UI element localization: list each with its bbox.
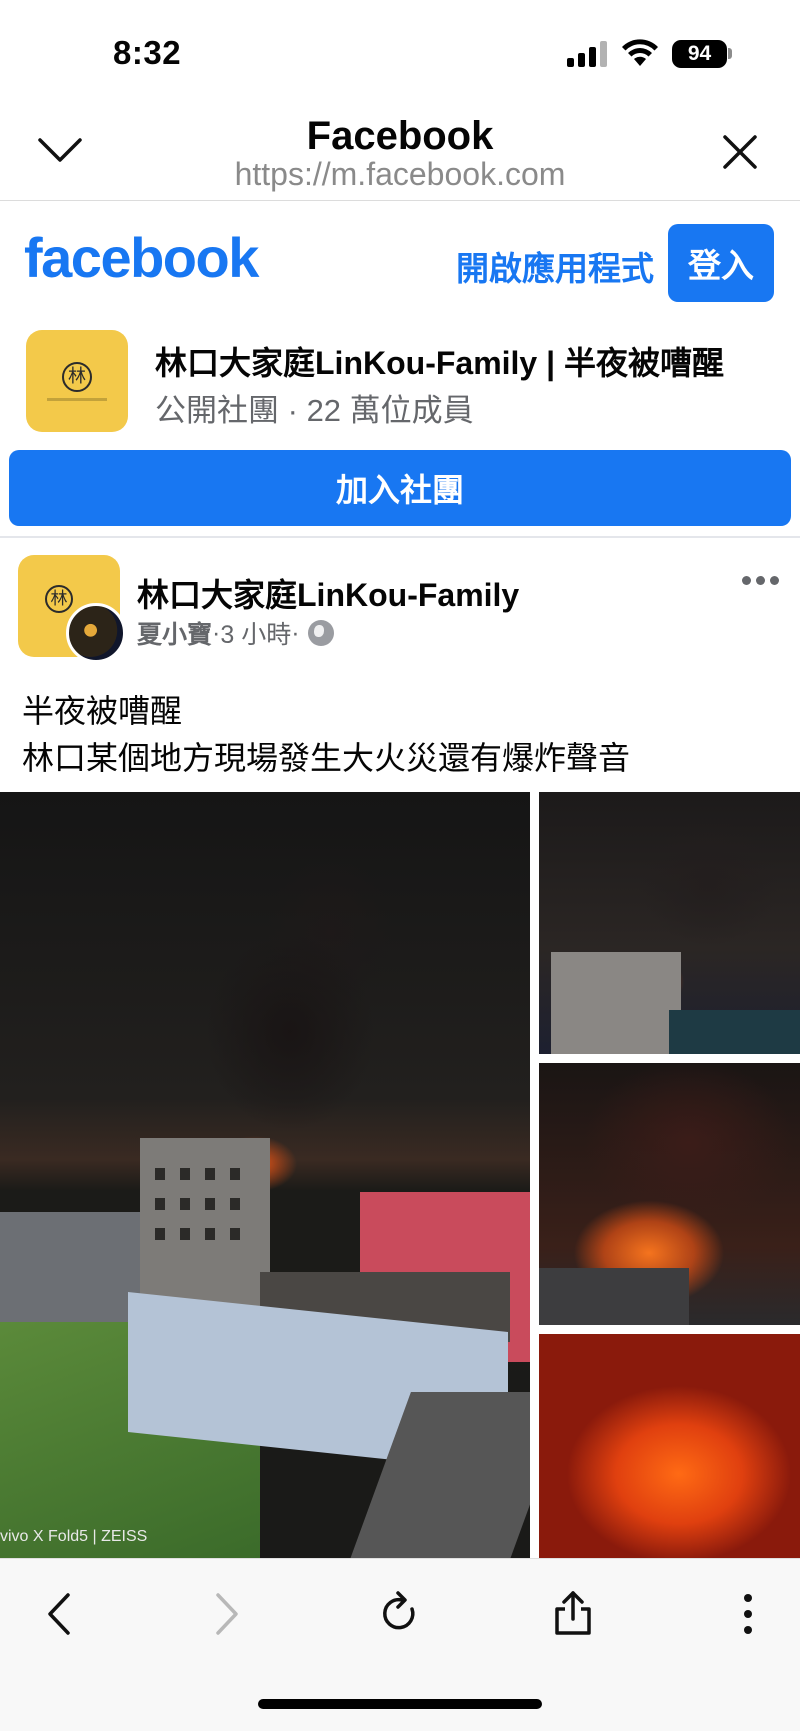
post-group-name[interactable]: 林口大家庭LinKou-Family — [137, 570, 519, 616]
post-text-line: 林口某個地方現場發生大火災還有爆炸聲音 — [22, 740, 631, 776]
photo-building — [551, 952, 681, 1054]
group-avatar[interactable]: 林 — [26, 330, 128, 432]
post-group-avatar-glyph: 林 — [45, 585, 73, 613]
group-avatar-subtext — [47, 397, 107, 401]
login-button[interactable]: 登入 — [668, 224, 774, 302]
globe-icon — [307, 620, 334, 646]
close-icon[interactable] — [721, 133, 759, 171]
group-type: 公開社團 — [155, 393, 279, 428]
more-vertical-icon[interactable] — [726, 1589, 770, 1639]
battery-level: 94 — [672, 40, 727, 68]
meta-separator: · — [279, 393, 307, 428]
meta-separator: · — [291, 618, 300, 647]
battery-tip — [728, 48, 732, 59]
post-photo-grid: vivo X Fold5 | ZEISS — [0, 792, 800, 1558]
back-chevron-icon[interactable] — [38, 1589, 82, 1639]
photo-trees — [669, 1010, 800, 1054]
post-photo-2[interactable] — [539, 792, 800, 1054]
status-time: 8:32 — [113, 34, 182, 71]
post-photo-3[interactable] — [539, 1063, 800, 1325]
photo-structure — [539, 1268, 689, 1325]
browser-title: Facebook — [306, 114, 494, 158]
post-text-line: 半夜被嘈醒 — [22, 693, 183, 729]
more-dots-icon[interactable] — [742, 576, 779, 585]
browser-header: Facebook https://m.facebook.com — [0, 100, 800, 201]
section-divider — [0, 536, 800, 538]
group-avatar-glyph: 林 — [62, 361, 92, 392]
group-member-count: 22 萬位成員 — [306, 393, 474, 428]
photo-building — [0, 1212, 140, 1332]
wifi-icon — [622, 39, 658, 66]
meta-separator: · — [212, 618, 221, 647]
group-meta: 公開社團 · 22 萬位成員 — [155, 385, 474, 430]
browser-toolbar — [0, 1558, 800, 1731]
share-icon[interactable] — [551, 1589, 595, 1639]
browser-url[interactable]: https://m.facebook.com — [0, 156, 800, 193]
group-name[interactable]: 林口大家庭LinKou-Family | 半夜被嘈醒 — [155, 338, 724, 384]
home-indicator — [258, 1699, 542, 1709]
cellular-signal-icon — [567, 41, 609, 67]
forward-chevron-icon[interactable] — [204, 1589, 248, 1639]
post-time[interactable]: 3 小時 — [220, 615, 291, 651]
reload-icon[interactable] — [378, 1589, 422, 1639]
photo-watermark: vivo X Fold5 | ZEISS — [0, 1528, 148, 1545]
open-app-link[interactable]: 開啟應用程式 — [456, 242, 654, 290]
author-avatar[interactable] — [66, 603, 126, 663]
join-group-button[interactable]: 加入社團 — [9, 450, 791, 526]
post-author[interactable]: 夏小寶 — [137, 615, 212, 651]
group-info: 林 林口大家庭LinKou-Family | 半夜被嘈醒 公開社團 · 22 萬… — [0, 330, 800, 434]
facebook-top-bar: facebook 開啟應用程式 登入 — [0, 202, 800, 302]
post-photo-main[interactable]: vivo X Fold5 | ZEISS — [0, 792, 530, 1558]
status-bar: 8:32 94 — [0, 0, 800, 100]
photo-building — [140, 1138, 270, 1318]
facebook-logo[interactable]: facebook — [24, 230, 259, 286]
post-meta: 夏小寶 · 3 小時 · — [137, 615, 334, 651]
post-text: 半夜被嘈醒 林口某個地方現場發生大火災還有爆炸聲音 — [22, 688, 630, 782]
post-photo-4[interactable] — [539, 1334, 800, 1558]
